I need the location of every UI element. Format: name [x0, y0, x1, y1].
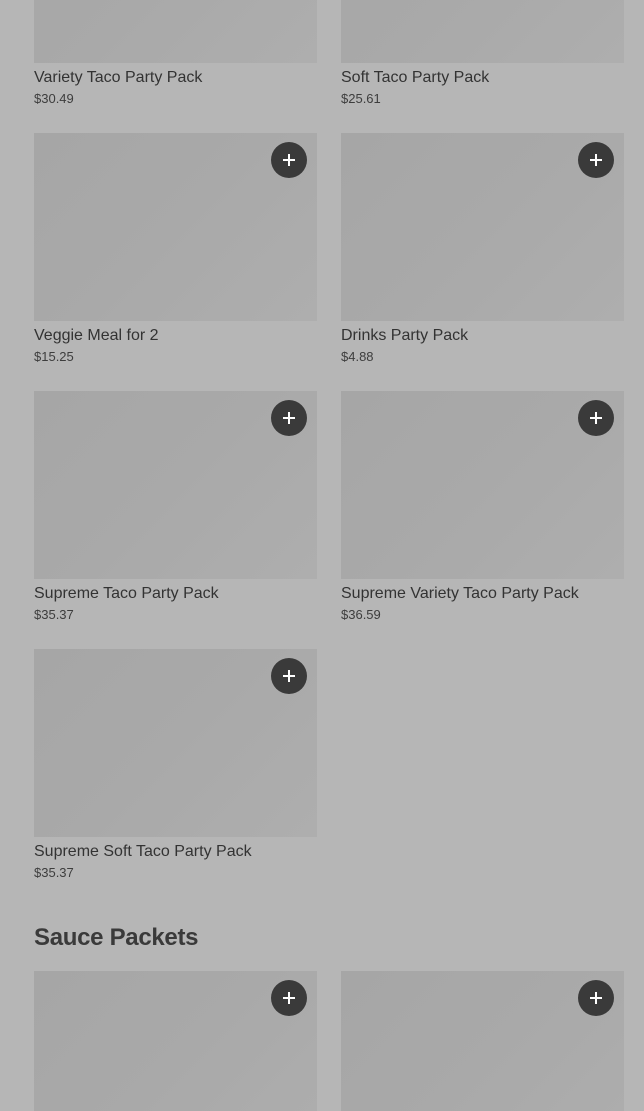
add-to-cart-button[interactable]: [578, 400, 614, 436]
plus-icon: [590, 154, 602, 166]
add-to-cart-button[interactable]: [578, 980, 614, 1016]
add-to-cart-button[interactable]: [578, 142, 614, 178]
item-name: Variety Taco Party Pack: [34, 69, 203, 86]
menu-page: Variety Taco Party Pack $30.49 Soft Taco…: [0, 0, 644, 1111]
menu-item-card[interactable]: Variety Taco Party Pack $30.49: [34, 0, 317, 107]
item-price: $30.49: [34, 91, 74, 106]
item-name: Supreme Taco Party Pack: [34, 585, 219, 602]
menu-item-card[interactable]: Supreme Variety Taco Party Pack $36.59: [341, 391, 624, 623]
item-image[interactable]: [34, 971, 317, 1111]
add-to-cart-button[interactable]: [271, 142, 307, 178]
item-image[interactable]: [341, 391, 624, 579]
item-price: $25.61: [341, 91, 381, 106]
item-name: Soft Taco Party Pack: [341, 69, 490, 86]
menu-item-card[interactable]: Drinks Party Pack $4.88: [341, 133, 624, 365]
plus-icon: [283, 670, 295, 682]
item-price: $4.88: [341, 349, 374, 364]
menu-item-card[interactable]: Supreme Soft Taco Party Pack $35.37: [34, 649, 317, 881]
item-image[interactable]: [34, 391, 317, 579]
item-name: Drinks Party Pack: [341, 327, 469, 344]
item-name: Supreme Soft Taco Party Pack: [34, 843, 252, 860]
item-price: $35.37: [34, 865, 74, 880]
plus-icon: [283, 412, 295, 424]
menu-item-card[interactable]: [34, 971, 317, 1111]
item-image[interactable]: [34, 649, 317, 837]
item-price: $15.25: [34, 349, 74, 364]
menu-item-card[interactable]: Veggie Meal for 2 $15.25: [34, 133, 317, 365]
item-image[interactable]: [34, 0, 317, 63]
menu-item-card[interactable]: [341, 971, 624, 1111]
item-image[interactable]: [341, 971, 624, 1111]
plus-icon: [590, 412, 602, 424]
item-price: $36.59: [341, 607, 381, 622]
add-to-cart-button[interactable]: [271, 400, 307, 436]
section-title: Sauce Packets: [34, 924, 199, 951]
menu-item-card[interactable]: Soft Taco Party Pack $25.61: [341, 0, 624, 107]
item-name: Veggie Meal for 2: [34, 327, 159, 344]
item-price: $35.37: [34, 607, 74, 622]
add-to-cart-button[interactable]: [271, 658, 307, 694]
add-to-cart-button[interactable]: [271, 980, 307, 1016]
menu-item-card[interactable]: Supreme Taco Party Pack $35.37: [34, 391, 317, 623]
item-image[interactable]: [341, 133, 624, 321]
plus-icon: [590, 992, 602, 1004]
item-name: Supreme Variety Taco Party Pack: [341, 585, 579, 602]
item-image[interactable]: [341, 0, 624, 63]
item-image[interactable]: [34, 133, 317, 321]
plus-icon: [283, 992, 295, 1004]
plus-icon: [283, 154, 295, 166]
